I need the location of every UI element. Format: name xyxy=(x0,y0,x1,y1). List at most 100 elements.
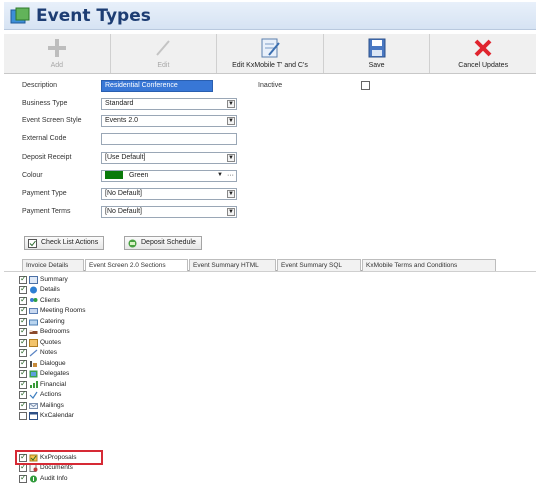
payment-terms-select[interactable]: [No Default] ▼ xyxy=(101,206,237,218)
save-icon xyxy=(368,38,386,58)
check-list-actions-button[interactable]: Check List Actions xyxy=(24,236,105,250)
colour-label: Colour xyxy=(22,172,43,179)
section-label: Catering xyxy=(40,318,65,325)
dialogue-icon xyxy=(30,361,37,367)
deposit-receipt-label: Deposit Receipt xyxy=(22,154,72,161)
payment-terms-value: [No Default] xyxy=(105,208,142,215)
tab-kxmobile-terms[interactable]: KxMobile Terms and Conditions xyxy=(362,259,496,271)
title-bar: Event Types xyxy=(4,2,536,30)
event-screen-style-select[interactable]: Events 2.0 ▼ xyxy=(101,115,237,127)
chevron-down-icon: ▼ xyxy=(227,100,235,108)
add-button[interactable]: Add xyxy=(4,34,111,73)
edit-kxmobile-label: Edit KxMobile T' and C's xyxy=(232,62,308,69)
section-checkbox[interactable] xyxy=(19,316,27,326)
external-code-label: External Code xyxy=(22,135,67,142)
calendar-icon xyxy=(29,412,38,420)
toolbar: Add Edit Edit KxMobile T' and C's Save C… xyxy=(4,34,536,74)
event-screen-style-label: Event Screen Style xyxy=(22,117,82,124)
save-button[interactable]: Save xyxy=(324,34,431,73)
section-checkbox[interactable] xyxy=(19,358,27,368)
cancel-updates-button[interactable]: Cancel Updates xyxy=(430,34,536,73)
external-code-field[interactable] xyxy=(101,133,237,145)
section-label: Mailings xyxy=(40,402,64,409)
bedrooms-icon xyxy=(29,330,38,334)
payment-type-select[interactable]: [No Default] ▼ xyxy=(101,188,237,200)
section-checkbox[interactable] xyxy=(19,379,27,389)
clients-icon xyxy=(30,298,38,302)
event-types-icon xyxy=(10,7,30,24)
section-checkbox[interactable] xyxy=(19,284,27,294)
section-checkbox[interactable] xyxy=(19,274,27,284)
edit-kxmobile-button[interactable]: Edit KxMobile T' and C's xyxy=(217,34,324,73)
meeting-rooms-icon xyxy=(29,308,38,314)
edit-label: Edit xyxy=(157,62,170,69)
section-checkbox[interactable] xyxy=(19,368,27,378)
deposit-receipt-value: [Use Default] xyxy=(105,154,146,161)
colour-swatch xyxy=(105,171,123,180)
documents-icon xyxy=(29,464,38,472)
payment-terms-label: Payment Terms xyxy=(22,208,71,215)
cancel-icon xyxy=(474,39,492,57)
checklist-icon xyxy=(28,239,37,248)
ellipsis-icon[interactable]: ··· xyxy=(227,171,234,181)
section-label: Financial xyxy=(40,381,67,388)
section-label: Audit Info xyxy=(40,475,68,482)
colour-select[interactable]: Green ▼ ··· xyxy=(101,170,237,182)
section-label: Documents xyxy=(40,464,73,471)
section-checkbox[interactable] xyxy=(19,412,27,420)
tab-event-summary-sql[interactable]: Event Summary SQL xyxy=(277,259,361,271)
business-type-select[interactable]: Standard ▼ xyxy=(101,98,237,110)
section-checkbox[interactable] xyxy=(19,400,27,410)
description-field[interactable]: Residential Conference xyxy=(101,80,213,92)
section-checkbox[interactable] xyxy=(19,462,27,472)
deposit-receipt-select[interactable]: [Use Default] ▼ xyxy=(101,152,237,164)
section-checkbox[interactable] xyxy=(19,389,27,399)
mailings-icon xyxy=(29,403,38,409)
section-checkbox[interactable] xyxy=(19,326,27,336)
kxproposals-highlight xyxy=(15,450,103,465)
colour-value: Green xyxy=(128,172,149,179)
document-edit-icon xyxy=(261,38,280,58)
section-checkbox[interactable] xyxy=(19,305,27,315)
deposit-schedule-button[interactable]: Deposit Schedule xyxy=(124,236,202,250)
chevron-down-icon: ▼ xyxy=(227,190,235,198)
chevron-down-icon: ▼ xyxy=(227,117,235,125)
business-type-value: Standard xyxy=(105,100,134,107)
catering-icon xyxy=(29,319,38,326)
actions-icon xyxy=(29,391,38,399)
section-label: Clients xyxy=(40,297,60,304)
section-checkbox[interactable] xyxy=(19,347,27,357)
section-label: Actions xyxy=(40,391,62,398)
tab-event-summary-html[interactable]: Event Summary HTML xyxy=(189,259,276,271)
summary-icon xyxy=(29,276,38,284)
add-icon xyxy=(47,39,66,57)
section-checkbox[interactable] xyxy=(19,337,27,347)
tab-strip: Invoice Details Event Screen 2.0 Section… xyxy=(22,259,496,272)
pencil-icon xyxy=(156,40,171,56)
details-icon xyxy=(30,286,37,294)
section-checkbox[interactable] xyxy=(19,295,27,305)
add-label: Add xyxy=(50,62,64,69)
deposit-schedule-label: Deposit Schedule xyxy=(141,239,196,246)
inactive-label: Inactive xyxy=(258,82,283,89)
payment-type-label: Payment Type xyxy=(22,190,67,197)
save-label: Save xyxy=(368,62,385,69)
tab-invoice-details[interactable]: Invoice Details xyxy=(22,259,84,271)
edit-button[interactable]: Edit xyxy=(111,34,218,73)
section-label: Meeting Rooms xyxy=(40,307,86,314)
section-label: KxCalendar xyxy=(40,412,74,419)
window-title: Event Types xyxy=(36,6,151,26)
section-label: Dialogue xyxy=(40,360,66,367)
deposit-schedule-icon xyxy=(128,239,137,248)
section-checkbox[interactable] xyxy=(19,473,27,483)
financial-icon xyxy=(30,381,38,388)
section-label: Notes xyxy=(40,349,57,356)
inactive-checkbox[interactable] xyxy=(361,81,370,90)
section-label: Bedrooms xyxy=(40,328,70,335)
payment-type-value: [No Default] xyxy=(105,190,142,197)
section-label: Quotes xyxy=(40,339,61,346)
event-screen-style-value: Events 2.0 xyxy=(105,117,139,124)
check-list-actions-label: Check List Actions xyxy=(41,239,99,246)
chevron-down-icon: ▼ xyxy=(227,208,235,216)
audit-info-icon xyxy=(30,475,37,483)
